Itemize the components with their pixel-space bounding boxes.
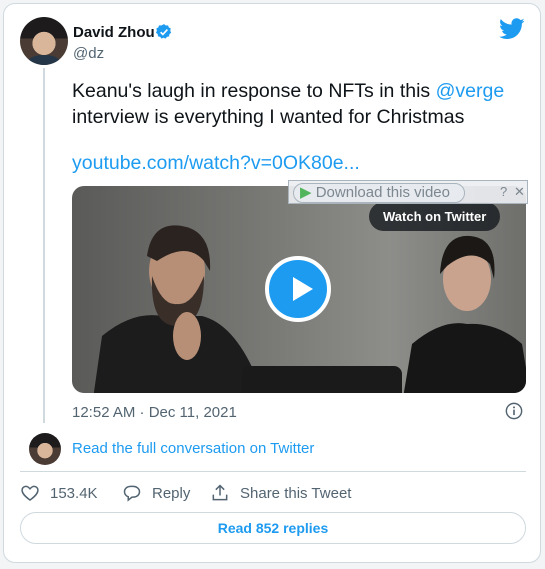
verified-badge-icon: [155, 24, 172, 39]
like-count: 153.4K: [50, 484, 98, 502]
close-icon[interactable]: ✕: [514, 184, 525, 200]
author-name[interactable]: David Zhou: [73, 24, 155, 41]
download-video-button[interactable]: ▶ Download this video: [293, 183, 465, 203]
youtube-link[interactable]: youtube.com/watch?v=0OK80e...: [72, 152, 360, 175]
reply-label: Reply: [152, 484, 191, 502]
reply-button[interactable]: Reply: [122, 482, 190, 504]
share-label: Share this Tweet: [240, 484, 352, 502]
watch-on-twitter-button[interactable]: Watch on Twitter: [369, 202, 501, 231]
tweet-text-part1: Keanu's laugh in response to NFTs in thi…: [72, 80, 436, 102]
video-player[interactable]: Watch on Twitter: [72, 186, 526, 393]
video-chair: [242, 366, 402, 393]
download-video-toolbar: ▶ Download this video ? ✕: [288, 180, 528, 204]
play-icon[interactable]: [265, 256, 331, 322]
download-label: Download this video: [315, 184, 450, 201]
read-conversation-link[interactable]: Read the full conversation on Twitter: [72, 440, 314, 457]
mention-link[interactable]: @verge: [436, 80, 505, 102]
divider: [20, 471, 526, 472]
tweet-text-part2: interview is everything I wanted for Chr…: [72, 106, 465, 128]
like-button[interactable]: 153.4K: [20, 482, 98, 504]
tweet-card: David Zhou @dz Keanu's laugh in response…: [3, 3, 541, 563]
help-icon[interactable]: ?: [500, 184, 507, 199]
share-icon: [212, 484, 228, 501]
twitter-bird-icon[interactable]: [499, 18, 525, 40]
author-handle[interactable]: @dz: [73, 45, 104, 62]
conversation-avatar: [29, 433, 61, 465]
heart-icon: [21, 485, 39, 502]
video-person-right: [403, 235, 526, 393]
reply-bubble-icon: [123, 485, 141, 502]
info-icon[interactable]: [505, 402, 523, 420]
thread-line: [43, 68, 45, 423]
download-arrow-icon: ▶: [300, 184, 312, 201]
timestamp[interactable]: 12:52 AM · Dec 11, 2021: [72, 404, 237, 421]
share-button[interactable]: Share this Tweet: [210, 482, 351, 504]
avatar[interactable]: [20, 17, 68, 65]
tweet-text: Keanu's laugh in response to NFTs in thi…: [72, 78, 522, 130]
read-replies-button[interactable]: Read 852 replies: [20, 512, 526, 544]
